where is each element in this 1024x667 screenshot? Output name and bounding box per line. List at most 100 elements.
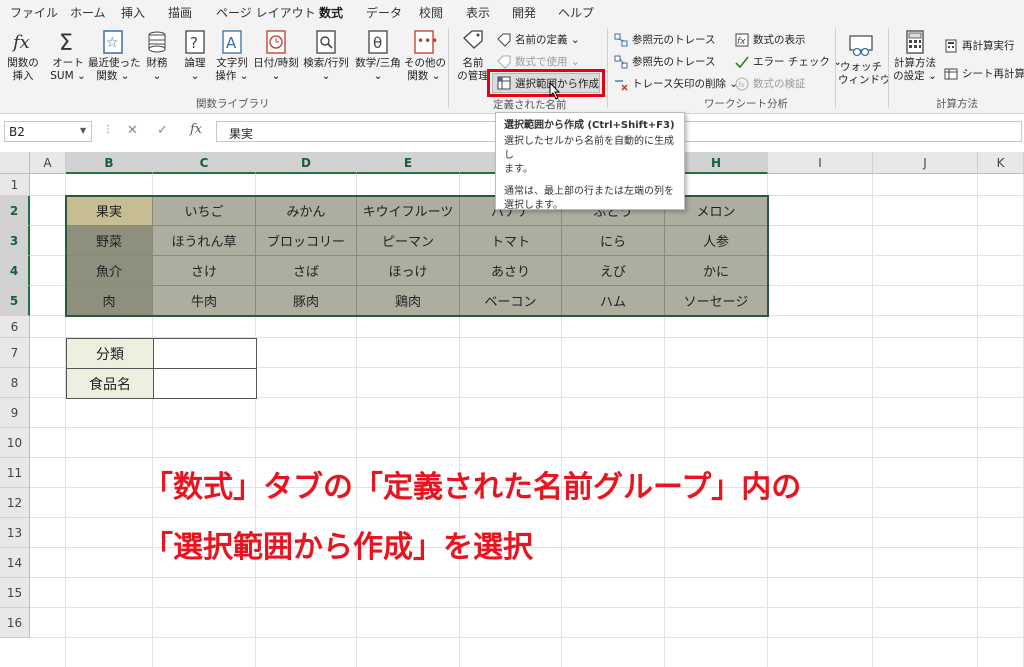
tab-2[interactable]: 挿入 <box>121 4 145 21</box>
table-cell[interactable]: あさり <box>460 256 562 286</box>
column-header-k[interactable]: K <box>978 152 1024 174</box>
table-cell[interactable]: ほうれん草 <box>153 226 256 256</box>
column-header-i[interactable]: I <box>768 152 873 174</box>
food-name-label-cell[interactable]: 食品名 <box>66 368 154 399</box>
tab-10[interactable]: ヘルプ <box>558 4 594 21</box>
use-in-formula-button[interactable]: 数式で使用 ⌄ <box>497 54 580 69</box>
table-cell[interactable]: えび <box>562 256 665 286</box>
table-cell[interactable]: かに <box>665 256 768 286</box>
table-cell[interactable]: いちご <box>153 196 256 226</box>
table-cell[interactable]: 果実 <box>66 196 153 226</box>
table-cell[interactable]: 野菜 <box>66 226 153 256</box>
column-header-a[interactable]: A <box>30 152 66 174</box>
row-header-14[interactable]: 14 <box>0 548 30 578</box>
column-header-d[interactable]: D <box>256 152 357 174</box>
tab-8[interactable]: 表示 <box>466 4 490 21</box>
table-cell[interactable]: 人参 <box>665 226 768 256</box>
calc-sheet-icon <box>944 67 958 81</box>
tooltip-line: 選択します。 <box>504 200 563 211</box>
theta-book-icon: θ <box>365 28 391 56</box>
tab-0[interactable]: ファイル <box>10 4 58 21</box>
table-cell[interactable]: 豚肉 <box>256 286 357 316</box>
column-header-e[interactable]: E <box>357 152 460 174</box>
watch-window-button[interactable]: ウォッチ ウィンドウ <box>838 32 891 87</box>
tab-1[interactable]: ホーム <box>70 4 106 21</box>
calculate-now-button[interactable]: 再計算実行 <box>944 38 1015 53</box>
input-value-cell[interactable] <box>153 368 257 399</box>
more-dots-icon: ⋮ <box>103 124 113 135</box>
evaluate-formula-button[interactable]: fx 数式の検証 <box>735 76 806 91</box>
text-functions-button[interactable]: A 文字列 操作 ⌄ <box>212 28 252 83</box>
table-cell[interactable]: さば <box>256 256 357 286</box>
datetime-button[interactable]: 日付/時刻 ⌄ <box>252 28 300 83</box>
category-label-cell[interactable]: 分類 <box>66 338 154 369</box>
enter-check-icon[interactable]: ✓ <box>157 123 168 138</box>
tab-6[interactable]: データ <box>366 4 402 21</box>
column-header-c[interactable]: C <box>153 152 256 174</box>
select-all-corner[interactable] <box>0 152 30 174</box>
row-header-1[interactable]: 1 <box>0 174 30 196</box>
show-formulas-button[interactable]: fx 数式の表示 <box>735 32 806 47</box>
autosum-button[interactable]: Σ オート SUM ⌄ <box>50 28 86 83</box>
name-box[interactable]: B2 <box>4 121 92 142</box>
logical-button[interactable]: ? 論理 ⌄ <box>178 28 212 83</box>
row-header-10[interactable]: 10 <box>0 428 30 458</box>
table-cell[interactable]: トマト <box>460 226 562 256</box>
financial-button[interactable]: 財務 ⌄ <box>140 28 174 83</box>
name-manager-button[interactable]: 名前 の管理 <box>456 28 490 83</box>
row-header-3[interactable]: 3 <box>0 226 30 256</box>
row-header-8[interactable]: 8 <box>0 368 30 398</box>
svg-text:fx: fx <box>738 81 745 89</box>
recent-functions-button[interactable]: ☆ 最近使った 関数 ⌄ <box>88 28 141 83</box>
row-header-11[interactable]: 11 <box>0 458 30 488</box>
table-cell[interactable]: ブロッコリー <box>256 226 357 256</box>
table-cell[interactable]: ベーコン <box>460 286 562 316</box>
row-header-16[interactable]: 16 <box>0 608 30 638</box>
more-functions-button[interactable]: ••• その他の 関数 ⌄ <box>404 28 446 83</box>
insert-function-button[interactable]: fx 関数の 挿入 <box>6 28 40 83</box>
remove-arrows-button[interactable]: トレース矢印の削除 ⌄ <box>614 76 738 91</box>
table-cell[interactable]: キウイフルーツ <box>357 196 460 226</box>
trace-precedents-button[interactable]: 参照元のトレース <box>614 32 715 47</box>
calculate-sheet-button[interactable]: シート再計算 <box>944 66 1024 81</box>
column-header-b[interactable]: B <box>66 152 153 174</box>
table-cell[interactable]: さけ <box>153 256 256 286</box>
row-header-15[interactable]: 15 <box>0 578 30 608</box>
table-cell[interactable]: ソーセージ <box>665 286 768 316</box>
tab-9[interactable]: 開発 <box>512 4 536 21</box>
error-checking-button[interactable]: エラー チェック ⌄ <box>735 54 842 69</box>
tab-3[interactable]: 描画 <box>168 4 192 21</box>
row-header-7[interactable]: 7 <box>0 338 30 368</box>
row-header-6[interactable]: 6 <box>0 316 30 338</box>
table-cell[interactable]: 魚介 <box>66 256 153 286</box>
insert-function-icon[interactable]: fx <box>190 122 202 137</box>
row-header-12[interactable]: 12 <box>0 488 30 518</box>
row-header-9[interactable]: 9 <box>0 398 30 428</box>
table-cell[interactable]: ピーマン <box>357 226 460 256</box>
define-name-button[interactable]: 名前の定義 ⌄ <box>497 32 580 47</box>
table-cell[interactable]: 肉 <box>66 286 153 316</box>
lookup-button[interactable]: 検索/行列 ⌄ <box>302 28 350 83</box>
tab-5[interactable]: 数式 <box>319 4 344 25</box>
trace-dependents-button[interactable]: 参照先のトレース <box>614 54 715 69</box>
row-header-4[interactable]: 4 <box>0 256 30 286</box>
chevron-down-icon[interactable]: ▼ <box>80 126 86 135</box>
tab-4[interactable]: ページ レイアウト <box>216 4 316 21</box>
row-header-5[interactable]: 5 <box>0 286 30 316</box>
math-trig-button[interactable]: θ 数学/三角 ⌄ <box>352 28 404 83</box>
table-cell[interactable]: ハム <box>562 286 665 316</box>
row-header-13[interactable]: 13 <box>0 518 30 548</box>
svg-text:θ: θ <box>373 34 382 52</box>
cancel-icon[interactable]: ✕ <box>127 123 138 138</box>
table-cell[interactable]: ほっけ <box>357 256 460 286</box>
table-cell[interactable]: みかん <box>256 196 357 226</box>
table-cell[interactable]: 牛肉 <box>153 286 256 316</box>
calc-options-button[interactable]: 計算方法 の設定 ⌄ <box>892 28 938 83</box>
tooltip-title: 選択範囲から作成 (Ctrl+Shift+F3) <box>504 120 675 131</box>
tab-7[interactable]: 校閲 <box>419 4 443 21</box>
input-value-cell[interactable] <box>153 338 257 369</box>
row-header-2[interactable]: 2 <box>0 196 30 226</box>
table-cell[interactable]: にら <box>562 226 665 256</box>
table-cell[interactable]: 鶏肉 <box>357 286 460 316</box>
column-header-j[interactable]: J <box>873 152 978 174</box>
